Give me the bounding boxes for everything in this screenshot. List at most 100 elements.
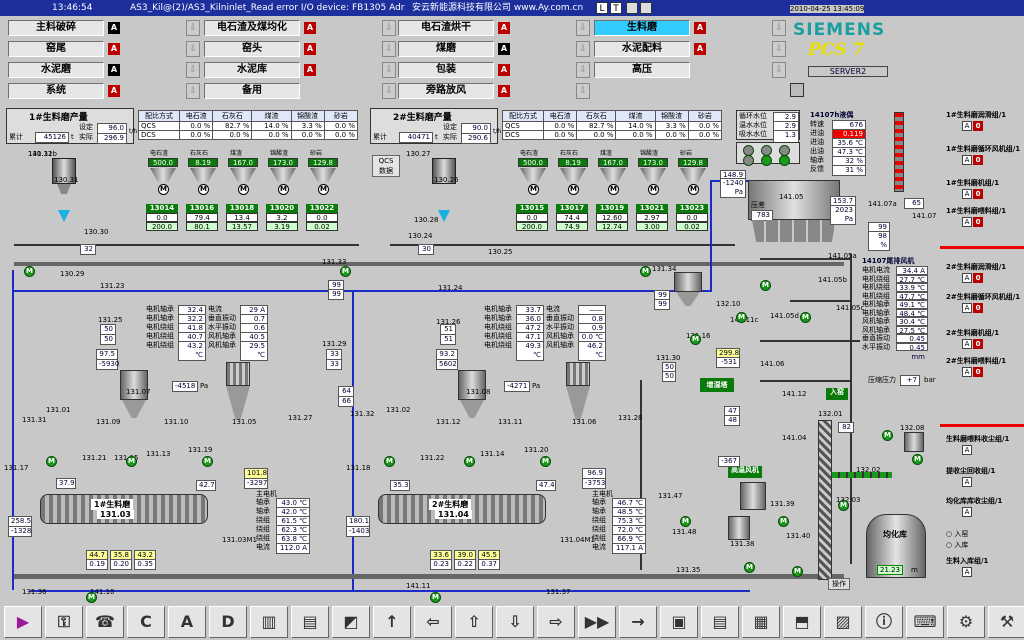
nav-4[interactable]: 生料磨 bbox=[594, 20, 690, 36]
nav-alarm-3[interactable]: A bbox=[498, 22, 510, 34]
group-status[interactable]: 0 bbox=[973, 217, 983, 227]
nav-alarm-8[interactable]: A bbox=[694, 43, 706, 55]
print-icon[interactable] bbox=[626, 2, 638, 14]
nav-alarm-11[interactable]: A bbox=[498, 64, 510, 76]
feeder-id[interactable]: 13019 bbox=[596, 204, 628, 213]
operate-button[interactable]: 操作 bbox=[828, 578, 850, 590]
feeder-motor-icon[interactable]: M bbox=[648, 184, 659, 195]
motor-icon[interactable]: M bbox=[24, 266, 35, 277]
feeder-motor-icon[interactable]: M bbox=[608, 184, 619, 195]
group-auto-button[interactable]: A bbox=[962, 367, 972, 377]
checkbox-icon[interactable] bbox=[640, 2, 652, 14]
fan-pct-48[interactable]: 48 bbox=[724, 415, 740, 426]
toolbar-button-8[interactable]: ▤ bbox=[291, 606, 329, 638]
nav-alarm-7[interactable]: A bbox=[498, 43, 510, 55]
nav-alarm-15[interactable]: A bbox=[498, 85, 510, 97]
toolbar-button-22[interactable]: ⓘ bbox=[865, 606, 903, 638]
motor-icon[interactable]: M bbox=[540, 456, 551, 467]
nav-alarm-10[interactable]: A bbox=[304, 64, 316, 76]
motor-icon[interactable]: M bbox=[340, 266, 351, 277]
to-silo-radio[interactable]: ○ 入库 bbox=[946, 541, 968, 550]
motor-icon[interactable]: M bbox=[912, 454, 923, 465]
toolbar-button-13[interactable]: ⇩ bbox=[496, 606, 534, 638]
nav-arrow-icon[interactable]: ⇩ bbox=[772, 62, 786, 78]
nav-arrow-icon[interactable]: ⇩ bbox=[772, 41, 786, 57]
motor-icon[interactable]: M bbox=[800, 312, 811, 323]
group-status[interactable]: 0 bbox=[973, 121, 983, 131]
toolbar-button-21[interactable]: ▨ bbox=[824, 606, 862, 638]
motor-icon[interactable]: M bbox=[690, 334, 701, 345]
nav-12[interactable]: 高压 bbox=[594, 62, 690, 78]
nav-10[interactable]: 水泥库 bbox=[204, 62, 300, 78]
toolbar-button-9[interactable]: ◩ bbox=[332, 606, 370, 638]
group-auto-button[interactable]: A bbox=[962, 273, 972, 283]
motor-icon[interactable]: M bbox=[464, 456, 475, 467]
nav-arrow-icon[interactable]: ⇩ bbox=[576, 62, 590, 78]
nav-alarm-5[interactable]: A bbox=[108, 43, 120, 55]
feeder-motor-icon[interactable]: M bbox=[158, 184, 169, 195]
motor-icon[interactable]: M bbox=[882, 430, 893, 441]
nav-arrow-icon[interactable]: ⇩ bbox=[382, 41, 396, 57]
valve-131-30-b[interactable]: 50 bbox=[662, 371, 676, 382]
toolbar-button-25[interactable]: ⚒ bbox=[988, 606, 1024, 638]
toolbar-button-12[interactable]: ⇧ bbox=[455, 606, 493, 638]
toolbar-button-5[interactable]: A bbox=[168, 606, 206, 638]
nav-arrow-icon[interactable]: ⇩ bbox=[186, 83, 200, 99]
high-temp-fan-button[interactable]: 高温风机 bbox=[728, 466, 762, 478]
nav-15[interactable]: 旁路放风 bbox=[398, 83, 494, 99]
nav-alarm-1[interactable]: A bbox=[108, 22, 120, 34]
nav-14[interactable]: 备用 bbox=[204, 83, 300, 99]
nav-arrow-icon[interactable]: ⇩ bbox=[382, 20, 396, 36]
valve-131-34-b[interactable]: 99 bbox=[654, 299, 670, 310]
feeder-setpoint[interactable]: 12.60 bbox=[596, 213, 628, 222]
feeder-setpoint[interactable]: 2.97 bbox=[636, 213, 668, 222]
motor-icon[interactable]: M bbox=[46, 456, 57, 467]
nav-6[interactable]: 窑头 bbox=[204, 41, 300, 57]
toolbar-button-15[interactable]: ▶▶ bbox=[578, 606, 616, 638]
group-status[interactable]: 0 bbox=[973, 367, 983, 377]
toolbar-button-14[interactable]: ⇨ bbox=[537, 606, 575, 638]
motor-icon[interactable]: M bbox=[760, 280, 771, 291]
motor-icon[interactable]: M bbox=[736, 312, 747, 323]
mill1-valve-icon[interactable] bbox=[58, 210, 70, 222]
group-auto-button[interactable]: A bbox=[962, 155, 972, 165]
toolbar-button-11[interactable]: ⇦ bbox=[414, 606, 452, 638]
feeder-motor-icon[interactable]: M bbox=[528, 184, 539, 195]
motor-icon[interactable]: M bbox=[126, 456, 137, 467]
nav-arrow-icon[interactable]: ⇩ bbox=[382, 62, 396, 78]
group-status[interactable]: 0 bbox=[973, 155, 983, 165]
nav-alarm-4[interactable]: A bbox=[694, 22, 706, 34]
group-auto-button[interactable]: A bbox=[962, 507, 972, 517]
nav-arrow-icon[interactable]: ⇩ bbox=[382, 83, 396, 99]
toolbar-button-10[interactable]: ↑ bbox=[373, 606, 411, 638]
group-auto-button[interactable]: A bbox=[962, 477, 972, 487]
feeder-setpoint[interactable]: 74.4 bbox=[556, 213, 588, 222]
toolbar-button-3[interactable]: ☎ bbox=[86, 606, 124, 638]
to-kiln-button[interactable]: 入窑 bbox=[826, 388, 848, 400]
nav-arrow-icon[interactable]: ⇩ bbox=[576, 20, 590, 36]
feeder-id[interactable]: 13021 bbox=[636, 204, 668, 213]
nav-11[interactable]: 包装 bbox=[398, 62, 494, 78]
mill2-pct-d[interactable]: 51 bbox=[440, 334, 456, 345]
mill1-pct-d[interactable]: 33 bbox=[326, 359, 342, 370]
nav-icon-l[interactable]: L bbox=[596, 2, 608, 14]
group-status[interactable]: 0 bbox=[973, 303, 983, 313]
group-auto-button[interactable]: A bbox=[962, 339, 972, 349]
motor-icon[interactable]: M bbox=[430, 592, 441, 603]
motor-icon[interactable]: M bbox=[778, 516, 789, 527]
mill2-valve-icon[interactable] bbox=[438, 210, 450, 222]
toolbar-button-24[interactable]: ⚙ bbox=[947, 606, 985, 638]
nav-3[interactable]: 电石渣烘干 bbox=[398, 20, 494, 36]
nav-arrow-icon[interactable]: ⇩ bbox=[186, 20, 200, 36]
nav-2[interactable]: 电石渣及煤均化 bbox=[204, 20, 300, 36]
nav-arrow-icon[interactable]: ⇩ bbox=[576, 41, 590, 57]
motor-icon[interactable]: M bbox=[792, 566, 803, 577]
ratio-mode-radio[interactable]: DCS bbox=[137, 130, 181, 140]
mill2-pct-b[interactable]: 66 bbox=[338, 396, 354, 407]
motor-icon[interactable]: M bbox=[680, 516, 691, 527]
feeder-motor-icon[interactable]: M bbox=[238, 184, 249, 195]
toolbar-button-17[interactable]: ▣ bbox=[660, 606, 698, 638]
group-status[interactable]: 0 bbox=[973, 189, 983, 199]
group-auto-button[interactable]: A bbox=[962, 567, 972, 577]
feeder-id[interactable]: 13016 bbox=[186, 204, 218, 213]
